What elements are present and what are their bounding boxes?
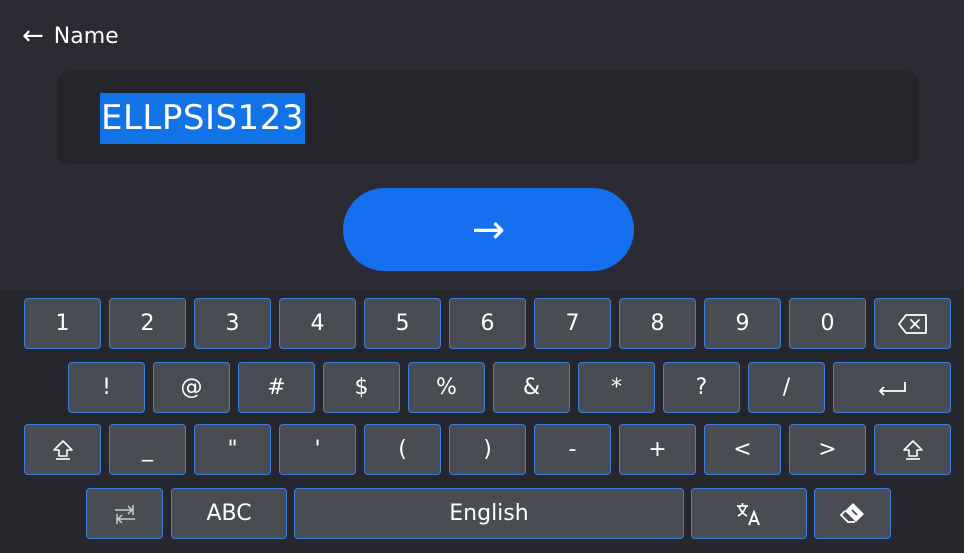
key-open-paren[interactable]: (: [364, 424, 441, 475]
key-asterisk[interactable]: *: [578, 362, 655, 413]
return-key[interactable]: [833, 362, 951, 413]
translate-icon: [735, 501, 763, 527]
page-title: Name: [53, 23, 119, 49]
key-close-paren[interactable]: ): [449, 424, 526, 475]
shift-key-left[interactable]: [24, 424, 101, 475]
input-value: ELLPSIS123: [100, 93, 305, 144]
key-3[interactable]: 3: [194, 298, 271, 349]
key-1[interactable]: 1: [24, 298, 101, 349]
key-hash[interactable]: #: [238, 362, 315, 413]
key-underscore[interactable]: _: [109, 424, 186, 475]
return-icon: [876, 379, 908, 397]
shift-icon: [901, 438, 925, 462]
abc-key[interactable]: ABC: [171, 488, 287, 539]
language-key[interactable]: [691, 488, 807, 539]
backspace-key[interactable]: [874, 298, 951, 349]
key-percent[interactable]: %: [408, 362, 485, 413]
text-input-field[interactable]: ELLPSIS123: [57, 71, 919, 164]
key-5[interactable]: 5: [364, 298, 441, 349]
key-0[interactable]: 0: [789, 298, 866, 349]
switch-layout-key[interactable]: [86, 488, 163, 539]
key-single-quote[interactable]: ': [279, 424, 356, 475]
key-7[interactable]: 7: [534, 298, 611, 349]
key-ampersand[interactable]: &: [493, 362, 570, 413]
key-double-quote[interactable]: ": [194, 424, 271, 475]
key-slash[interactable]: /: [748, 362, 825, 413]
header: ← Name: [22, 18, 119, 54]
shift-key-right[interactable]: [874, 424, 951, 475]
key-greater-than[interactable]: >: [789, 424, 866, 475]
left-arrow-icon[interactable]: ←: [22, 23, 44, 49]
key-plus[interactable]: +: [619, 424, 696, 475]
space-key[interactable]: English: [294, 488, 684, 539]
key-at[interactable]: @: [153, 362, 230, 413]
confirm-button[interactable]: →: [343, 188, 634, 271]
key-less-than[interactable]: <: [704, 424, 781, 475]
key-8[interactable]: 8: [619, 298, 696, 349]
key-dollar[interactable]: $: [323, 362, 400, 413]
backspace-icon: [897, 313, 929, 335]
key-4[interactable]: 4: [279, 298, 356, 349]
on-screen-keyboard: 1 2 3 4 5 6 7 8 9 0 ! @ # $ % & * ? / _ …: [0, 290, 964, 553]
key-2[interactable]: 2: [109, 298, 186, 349]
clear-key[interactable]: [814, 488, 891, 539]
switch-layout-icon: [112, 502, 138, 526]
key-9[interactable]: 9: [704, 298, 781, 349]
shift-icon: [51, 438, 75, 462]
key-question[interactable]: ?: [663, 362, 740, 413]
right-arrow-icon: →: [471, 206, 506, 253]
key-minus[interactable]: -: [534, 424, 611, 475]
key-exclamation[interactable]: !: [68, 362, 145, 413]
clear-icon: [839, 501, 867, 527]
key-6[interactable]: 6: [449, 298, 526, 349]
